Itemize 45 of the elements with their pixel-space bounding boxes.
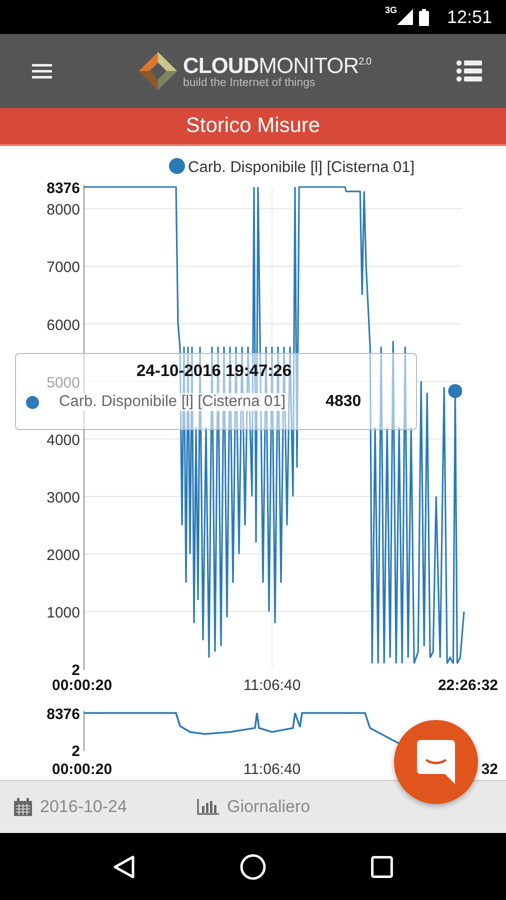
menu-icon xyxy=(32,63,52,79)
chat-button[interactable] xyxy=(394,720,478,804)
series-dot xyxy=(26,396,39,408)
chat-icon xyxy=(417,740,455,784)
battery-icon xyxy=(418,8,429,26)
network-type: 3G xyxy=(384,5,397,15)
signal-icon xyxy=(396,9,413,25)
x-axis-label: 11:06:40 xyxy=(243,761,301,778)
y-axis-label: 2 xyxy=(72,662,80,679)
calendar-icon xyxy=(14,798,32,816)
tooltip-title: 24-10-2016 19:47:26 xyxy=(135,362,293,381)
y-axis-label: 8376 xyxy=(46,180,80,197)
y-axis-label: 8000 xyxy=(46,202,80,219)
y-axis-line xyxy=(83,711,85,751)
y-axis-label: 1000 xyxy=(46,604,80,622)
list-icon xyxy=(456,60,482,82)
y-axis-label: 3000 xyxy=(46,489,80,506)
date-button[interactable]: 2016-10-24 xyxy=(12,795,129,819)
legend-label: Carb. Disponibile [l] [Cisterna 01] xyxy=(188,159,415,176)
status-time: 12:51 xyxy=(446,6,492,28)
y-axis-label: 2 xyxy=(72,743,80,760)
y-axis-label: 6000 xyxy=(46,316,80,334)
logo-icon xyxy=(136,50,179,92)
tooltip-value: 4830 xyxy=(326,393,362,411)
legend-dot xyxy=(169,158,185,174)
y-axis-label: 5000 xyxy=(46,374,80,392)
period-button[interactable]: Giornaliero xyxy=(194,795,312,819)
home-icon xyxy=(240,854,266,880)
tagline: build the Internet of things xyxy=(182,77,316,89)
page-title: Storico Misure xyxy=(0,108,506,146)
y-axis-label: 8376 xyxy=(46,706,80,723)
bar-chart-icon xyxy=(196,799,219,815)
x-axis-label: 32 xyxy=(481,761,498,778)
hover-marker xyxy=(448,384,462,398)
y-axis-label: 4000 xyxy=(46,432,80,449)
x-axis-label: 00:00:20 xyxy=(52,677,112,694)
x-axis-label: 00:00:20 xyxy=(52,761,112,778)
x-axis-label: 11:06:40 xyxy=(243,677,301,694)
y-axis-label: 7000 xyxy=(46,259,80,276)
back-icon xyxy=(112,854,135,878)
brand-name: CLOUDMONITOR$^{2.0}$ xyxy=(182,53,372,78)
tooltip-series: Carb. Disponibile [l] [Cisterna 01] xyxy=(59,393,286,411)
recents-icon xyxy=(371,856,394,878)
x-axis-label: 22:26:32 xyxy=(438,677,498,694)
y-axis-label: 2000 xyxy=(46,547,80,564)
